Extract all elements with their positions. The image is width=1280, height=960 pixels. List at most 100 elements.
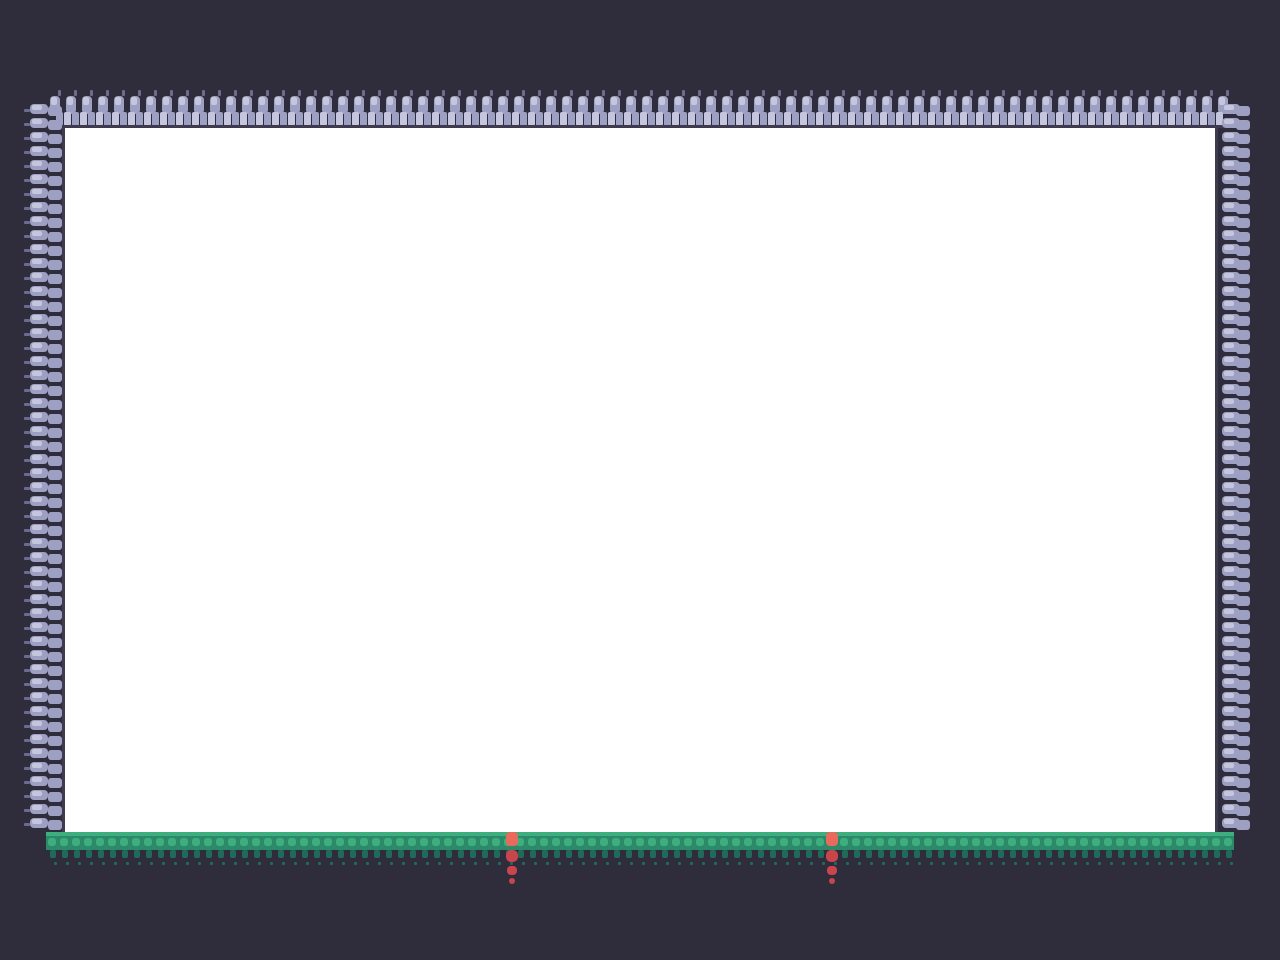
grass-speck — [1230, 862, 1233, 865]
grass-speck — [366, 862, 369, 865]
grass-tuft — [192, 838, 200, 846]
grass-tuft — [684, 838, 692, 846]
grass-tuft — [1080, 838, 1088, 846]
grass-tuft — [876, 838, 884, 846]
grass-root — [326, 850, 332, 858]
grass-speck — [1206, 862, 1209, 865]
vine-bead — [506, 850, 518, 862]
grass-root — [482, 850, 488, 858]
grass-tuft — [708, 838, 716, 846]
grass-root — [674, 850, 680, 858]
grass-speck — [90, 862, 93, 865]
grass-tuft — [372, 838, 380, 846]
grass-speck — [666, 862, 669, 865]
grass-top-strip — [46, 832, 1234, 836]
grass-root — [434, 850, 440, 858]
grass-root — [626, 850, 632, 858]
grass-root — [554, 850, 560, 858]
grass-speck — [714, 862, 717, 865]
vine-bead — [827, 866, 837, 875]
grass-tuft — [804, 838, 812, 846]
grass-speck — [678, 862, 681, 865]
grass-tuft — [108, 838, 116, 846]
grass-root — [278, 850, 284, 858]
grass-tuft — [132, 838, 140, 846]
grass-tuft — [612, 838, 620, 846]
grass-speck — [642, 862, 645, 865]
grass-speck — [1062, 862, 1065, 865]
grass-tuft — [732, 838, 740, 846]
grass-root — [194, 850, 200, 858]
grass-tuft — [156, 838, 164, 846]
grass-speck — [870, 862, 873, 865]
grass-root — [566, 850, 572, 858]
grass-tuft — [48, 838, 56, 846]
grass-root — [578, 850, 584, 858]
grass-root — [1022, 850, 1028, 858]
grass-tuft — [648, 838, 656, 846]
grass-tuft — [1020, 838, 1028, 846]
grass-tuft — [444, 838, 452, 846]
grass-speck — [414, 862, 417, 865]
grass-tuft — [1044, 838, 1052, 846]
grass-speck — [654, 862, 657, 865]
grass-speck — [762, 862, 765, 865]
grass-speck — [942, 862, 945, 865]
grass-root — [602, 850, 608, 858]
grass-speck — [978, 862, 981, 865]
grass-root — [86, 850, 92, 858]
grass-tuft — [528, 838, 536, 846]
grass-root — [1046, 850, 1052, 858]
grass-root — [398, 850, 404, 858]
grass-root — [1082, 850, 1088, 858]
grass-root — [986, 850, 992, 858]
grass-tuft — [384, 838, 392, 846]
grass-tuft — [936, 838, 944, 846]
grass-tuft — [360, 838, 368, 846]
grass-speck — [1002, 862, 1005, 865]
grass-speck — [1146, 862, 1149, 865]
grass-speck — [1122, 862, 1125, 865]
grass-speck — [486, 862, 489, 865]
grass-root — [62, 850, 68, 858]
grass-tuft — [408, 838, 416, 846]
grass-root — [122, 850, 128, 858]
grass-speck — [882, 862, 885, 865]
grass-root — [446, 850, 452, 858]
vine-bead — [826, 850, 838, 862]
grass-root — [974, 850, 980, 858]
grass-speck — [474, 862, 477, 865]
grass-tuft — [120, 838, 128, 846]
grass-speck — [954, 862, 957, 865]
grass-speck — [930, 862, 933, 865]
grass-root — [470, 850, 476, 858]
grass-tuft — [852, 838, 860, 846]
grass-speck — [390, 862, 393, 865]
grass-speck — [66, 862, 69, 865]
grass-root — [638, 850, 644, 858]
grass-floor-svg — [46, 832, 1234, 884]
grass-root — [254, 850, 260, 858]
grass-tuft — [492, 838, 500, 846]
grass-root — [1142, 850, 1148, 858]
grass-root — [1130, 850, 1136, 858]
grass-speck — [1110, 862, 1113, 865]
grass-speck — [570, 862, 573, 865]
grass-tuft — [348, 838, 356, 846]
grass-root — [218, 850, 224, 858]
grass-root — [182, 850, 188, 858]
grass-tuft — [1188, 838, 1196, 846]
grass-tuft — [912, 838, 920, 846]
grass-tuft — [972, 838, 980, 846]
grass-tuft — [1104, 838, 1112, 846]
grass-root — [158, 850, 164, 858]
grass-speck — [294, 862, 297, 865]
grass-root — [242, 850, 248, 858]
grass-root — [146, 850, 152, 858]
grass-speck — [78, 862, 81, 865]
grass-root — [1118, 850, 1124, 858]
grass-root — [518, 850, 524, 858]
grass-root — [854, 850, 860, 858]
grass-tuft — [1164, 838, 1172, 846]
grass-root — [1190, 850, 1196, 858]
